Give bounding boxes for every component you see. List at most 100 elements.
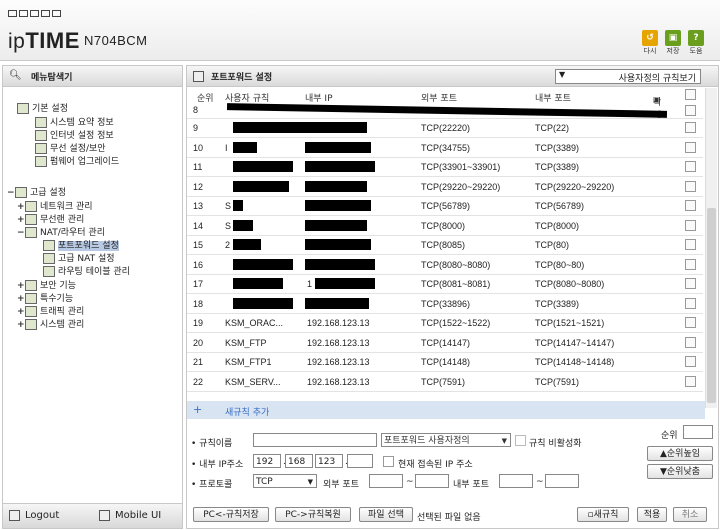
help-label[interactable]: 도움 [684,46,708,56]
table-row[interactable]: 21 KSM_FTP1 192.168.123.13 TCP(14148) TCP(14… [187,352,703,372]
add-rule-row[interactable]: + 새규칙 추가 [187,401,705,419]
table-row[interactable]: 12 TCP(29220~29220) TCP(29220~29220) [187,177,703,197]
refresh-label[interactable]: 다시 [638,46,662,56]
disable-rule-checkbox[interactable] [515,435,526,446]
delete-checkbox[interactable] [685,317,696,328]
delete-checkbox[interactable] [685,122,696,133]
expand-icon[interactable]: + [17,202,25,212]
expand-icon[interactable]: + [17,307,25,317]
internal-ip-label: • 내부 IP주소 [191,460,244,470]
delete-checkbox[interactable] [685,278,696,289]
help-icon[interactable]: ? [688,30,704,46]
external-port-cell: TCP(29220~29220) [421,181,501,192]
mobile-icon[interactable] [99,510,110,521]
tree-item-port-forward[interactable]: 포트포워드 설정 [43,238,119,251]
ip-octet-4[interactable] [347,454,373,468]
table-row[interactable]: 9 TCP(22220) TCP(22) [187,118,703,138]
cancel-button[interactable]: 취소 [673,507,707,522]
tree-item[interactable]: − NAT/라우터 관리 [17,225,105,238]
table-row[interactable]: 19 KSM_ORAC... 192.168.123.13 TCP(1522~1522… [187,313,703,333]
protocol-select[interactable]: TCP ▼ [253,474,317,488]
internal-port-start[interactable] [499,474,533,488]
tree-item[interactable]: + 시스템 관리 [17,317,84,330]
table-scrollbar[interactable] [705,88,717,408]
table-row[interactable]: 16 TCP(8080~8080) TCP(80~80) [187,255,703,275]
delete-checkbox[interactable] [685,336,696,348]
rule-name-input[interactable] [253,433,377,447]
scroll-thumb[interactable] [707,208,716,403]
save-label[interactable]: 저장 [661,46,685,56]
col-name: 사용자 규칙 [225,94,270,104]
table-row[interactable]: 22 KSM_SERV... 192.168.123.13 TCP(7591) TCP(… [187,372,703,392]
external-port-start[interactable] [369,474,403,488]
apply-button[interactable]: 적용 [637,507,667,522]
tree-item[interactable]: 고급 NAT 설정 [43,251,115,264]
tree-item[interactable]: + 보안 기능 [17,278,76,291]
expand-icon[interactable]: + [17,281,25,291]
delete-checkbox[interactable] [685,297,696,309]
table-row[interactable]: 18 TCP(33896) TCP(3389) [187,294,703,314]
current-ip-checkbox[interactable] [383,456,394,467]
tree-item[interactable]: + 특수기능 [17,291,73,304]
rank-input[interactable] [683,425,713,439]
lock-icon [25,280,37,291]
delete-checkbox[interactable] [685,180,696,192]
delete-checkbox[interactable] [685,375,696,387]
expand-icon[interactable]: + [17,294,25,304]
tree-advanced-settings[interactable]: − 고급 설정 [7,185,66,198]
internal-port-end[interactable] [545,474,579,488]
table-row[interactable]: 8 [187,103,703,119]
tree-item[interactable]: 무선 설정/보안 [35,141,106,154]
select-all-checkbox[interactable] [685,89,696,100]
logout-icon[interactable] [9,510,20,521]
refresh-icon[interactable]: ↺ [642,30,658,46]
tree-item[interactable]: 라우팅 테이블 관리 [43,264,130,277]
external-port-end[interactable] [415,474,449,488]
tree-item[interactable]: + 네트워크 관리 [17,199,93,212]
ip-octet-2[interactable]: 168 [285,454,313,468]
tree-item[interactable]: 인터넷 설정 정보 [35,128,114,141]
save-rules-to-pc-button[interactable]: PC<-규칙저장 [193,507,269,522]
table-row[interactable]: 11 TCP(33901~33901) TCP(3389) [187,157,703,177]
view-select[interactable]: ▼ 사용자정의 규칙보기 [555,69,701,84]
rank-down-button[interactable]: ▼순위낮춤 [647,464,713,479]
rank-up-button[interactable]: ▲순위높임 [647,446,713,461]
file-select-button[interactable]: 파일 선택 [359,507,413,522]
logout-link[interactable]: Logout [25,510,59,521]
delete-checkbox[interactable] [685,239,696,250]
delete-checkbox[interactable] [685,258,696,270]
table-row[interactable]: 20 KSM_FTP 192.168.123.13 TCP(14147) TCP(141… [187,333,703,353]
collapse-icon[interactable]: − [17,228,25,238]
tree-basic-settings[interactable]: 기본 설정 [17,101,68,114]
delete-checkbox[interactable] [685,161,696,172]
table-row[interactable]: 17 1 TCP(8081~8081) TCP(8080~8080) [187,274,703,294]
internal-port-cell: TCP(3389) [535,142,580,153]
mobile-ui-link[interactable]: Mobile UI [115,510,161,521]
delete-checkbox[interactable] [685,200,696,211]
delete-checkbox[interactable] [685,219,696,231]
table-row[interactable]: 14 S TCP(8000) TCP(8000) [187,216,703,236]
expand-icon[interactable]: + [17,320,25,330]
expand-icon[interactable]: + [17,215,25,225]
restore-rules-from-pc-button[interactable]: PC->규칙복원 [275,507,351,522]
rule-name-cell: KSM_ORAC... [225,318,284,328]
tree-item[interactable]: + 무선랜 관리 [17,212,84,225]
add-rule-link[interactable]: 새규칙 추가 [225,405,269,418]
table-row[interactable]: 13 S TCP(56789) TCP(56789) [187,196,703,216]
rank-label: 순위 [661,431,678,441]
delete-checkbox[interactable] [685,141,696,153]
tree-item[interactable]: + 트래픽 관리 [17,304,84,317]
tree-item[interactable]: 펌웨어 업그레이드 [35,154,119,167]
ip-octet-1[interactable]: 192 [253,454,281,468]
save-icon[interactable]: ▣ [665,30,681,46]
rule-type-select[interactable]: 포트포워드 사용자정의 ▼ [381,433,511,447]
ip-octet-3[interactable]: 123 [315,454,343,468]
plus-icon[interactable]: + [193,403,202,416]
new-rule-button[interactable]: ▫새규칙 [577,507,629,522]
rank-cell: 22 [193,376,204,387]
table-row[interactable]: 15 2 TCP(8085) TCP(80) [187,235,703,255]
collapse-icon[interactable]: − [7,188,15,198]
table-row[interactable]: 10 I TCP(34755) TCP(3389) [187,138,703,158]
delete-checkbox[interactable] [685,356,696,367]
tree-item[interactable]: 시스템 요약 정보 [35,115,114,128]
